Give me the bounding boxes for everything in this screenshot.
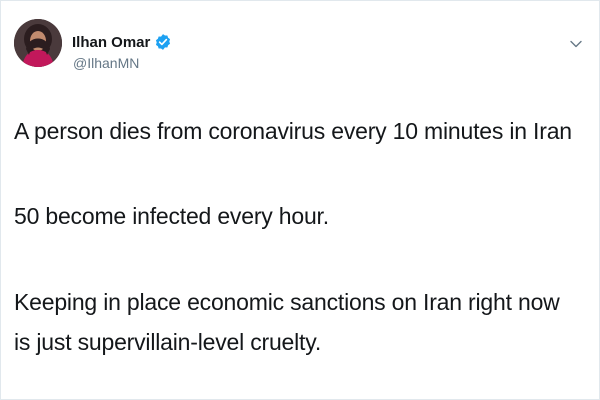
avatar-image [14,19,62,67]
tweet-text-paragraph-1: A person dies from coronavirus every 10 … [14,118,572,144]
author-handle[interactable]: @IlhanMN [73,55,139,71]
tweet-text-paragraph-2: 50 become infected every hour. [14,203,329,229]
tweet-card: Ilhan Omar @IlhanMN A person dies from c… [0,0,600,400]
chevron-down-icon[interactable] [569,37,583,51]
tweet-text-paragraph-3-line-1: Keeping in place economic sanctions on I… [14,289,560,315]
verified-badge-icon [155,34,171,50]
tweet-text-paragraph-3-line-2: is just supervillain-level cruelty. [14,329,322,355]
author-display-name[interactable]: Ilhan Omar [72,34,150,51]
avatar[interactable] [14,19,62,67]
